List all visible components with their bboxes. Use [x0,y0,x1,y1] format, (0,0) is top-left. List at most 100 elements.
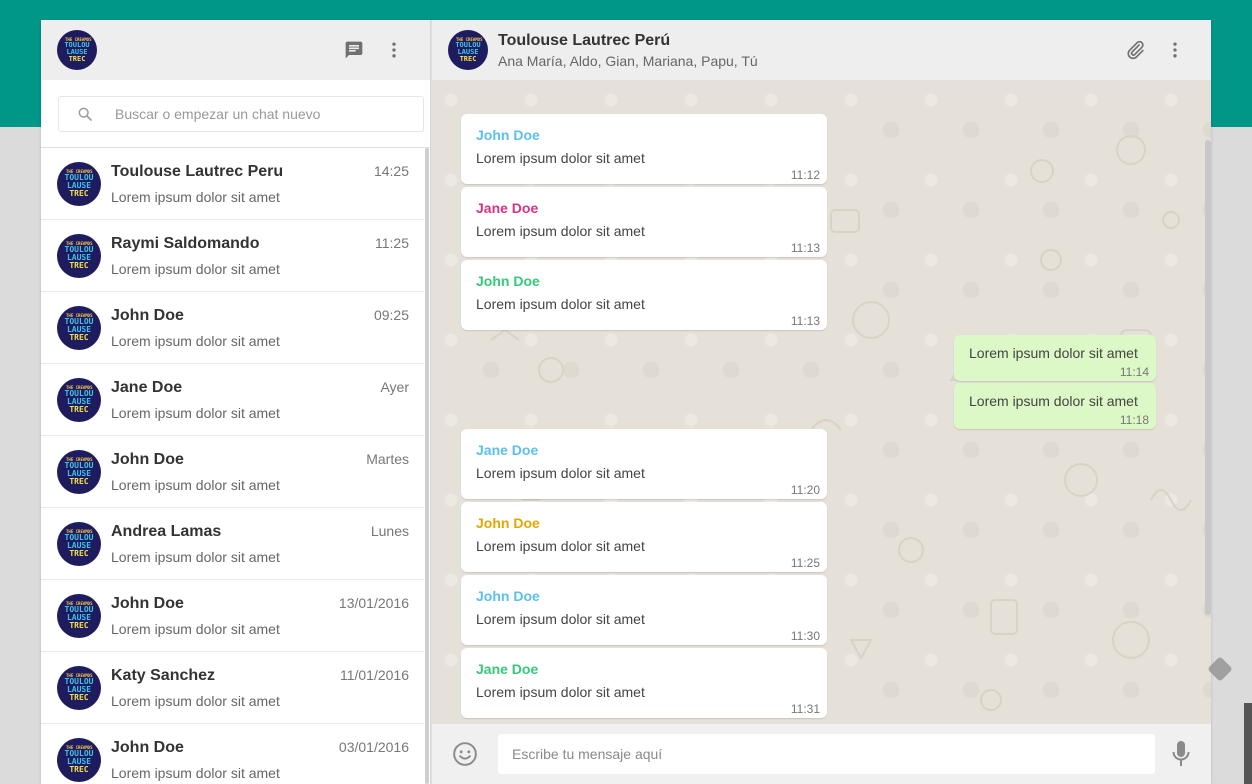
sidebar-header: THE CREAMOS TOULOU LAUSE TREC [41,20,430,80]
chat-name: Jane Doe [111,378,183,396]
emoji-button[interactable] [452,741,478,767]
logo-text-line-4: TREC [69,476,89,486]
message-text: Lorem ipsum dolor sit amet [476,538,645,554]
sidebar-scrollbar[interactable] [425,148,429,784]
message-text: Lorem ipsum dolor sit amet [969,393,1138,409]
chat-avatar: THE CREAMOS TOULOU LAUSE TREC [57,161,101,206]
chat-list-item[interactable]: THE CREAMOS TOULOU LAUSE TREC Jane Doe Ayer Lo… [41,364,424,436]
logo-text-line-4: TREC [68,54,86,63]
conversation-menu-button[interactable] [1155,30,1195,70]
message-input[interactable] [498,734,1155,774]
chat-list-item[interactable]: THE CREAMOS TOULOU LAUSE TREC John Doe 13/01/… [41,580,424,652]
chat-preview: Lorem ipsum dolor sit amet [111,548,280,565]
message-scrollbar[interactable] [1205,140,1211,615]
message-text: Lorem ipsum dolor sit amet [969,345,1138,361]
logo-text-line-4: TREC [69,188,89,198]
logo-text-line-4: TREC [69,764,89,774]
message-time: 11:30 [790,629,820,643]
message-time: 11:18 [1119,413,1149,427]
chat-avatar: THE CREAMOS TOULOU LAUSE TREC [57,233,101,278]
chat-avatar: THE CREAMOS TOULOU LAUSE TREC [57,593,101,638]
message-text: Lorem ipsum dolor sit amet [476,296,645,312]
voice-record-button[interactable] [1169,739,1193,769]
chat-avatar: THE CREAMOS TOULOU LAUSE TREC [57,665,101,710]
incoming-message[interactable]: John Doe Lorem ipsum dolor sit amet 11:30 [461,575,827,645]
more-vert-icon [392,42,396,58]
group-avatar[interactable]: THE CREAMOS TOULOU LAUSE TREC [448,30,488,70]
search-icon [78,107,92,121]
incoming-message[interactable]: John Doe Lorem ipsum dolor sit amet 11:25 [461,502,827,572]
chat-list-item[interactable]: THE CREAMOS TOULOU LAUSE TREC John Doe Martes… [41,436,424,508]
incoming-message[interactable]: John Doe Lorem ipsum dolor sit amet 11:12 [461,114,827,184]
chat-preview: Lorem ipsum dolor sit amet [111,620,280,637]
attach-icon [1127,40,1144,60]
conversation-members: Ana María, Aldo, Gian, Mariana, Papu, Tú [498,52,758,69]
chat-list-item[interactable]: THE CREAMOS TOULOU LAUSE TREC Andrea Lamas Lu… [41,508,424,580]
chat-list-item[interactable]: THE CREAMOS TOULOU LAUSE TREC John Doe 09:25 L… [41,292,424,364]
message-text: Lorem ipsum dolor sit amet [476,150,645,166]
conversation-panel: THE CREAMOS TOULOU LAUSE TREC Toulouse L… [431,20,1211,784]
logo-text-line-4: TREC [69,332,89,342]
message-time: 11:25 [790,556,820,570]
conversation-title-block[interactable]: Toulouse Lautrec Perú Ana María, Aldo, G… [498,32,1115,69]
chat-list-item[interactable]: THE CREAMOS TOULOU LAUSE TREC John Doe 03/01/… [41,724,424,784]
message-time: 11:12 [790,168,820,182]
message-sender: Jane Doe [476,442,539,458]
chat-time: 13/01/2016 [338,594,409,611]
message-sender: John Doe [476,127,540,143]
chat-time: 03/01/2016 [338,738,409,755]
chat-avatar: THE CREAMOS TOULOU LAUSE TREC [57,377,101,422]
my-avatar[interactable]: THE CREAMOS TOULOU LAUSE TREC [57,30,97,70]
logo-text-line-4: TREC [69,404,89,414]
chat-list-item[interactable]: THE CREAMOS TOULOU LAUSE TREC Katy Sanchez 11… [41,652,424,724]
message-area[interactable]: John Doe Lorem ipsum dolor sit amet 11:12 J… [431,80,1211,724]
sidebar-menu-button[interactable] [374,30,414,70]
message-time: 11:31 [790,702,820,716]
sidebar: THE CREAMOS TOULOU LAUSE TREC THE CREAMO… [41,20,431,784]
composer-bar [431,724,1211,784]
chat-name: John Doe [111,306,184,324]
chat-list-item[interactable]: THE CREAMOS TOULOU LAUSE TREC Toulouse Lautr… [41,148,424,220]
incoming-message[interactable]: John Doe Lorem ipsum dolor sit amet 11:13 [461,260,827,330]
logo-text-line-4: TREC [69,260,89,270]
message-sender: Jane Doe [476,200,539,216]
chat-time: Martes [366,450,409,467]
attach-button[interactable] [1115,30,1155,70]
message-time: 11:20 [790,483,820,497]
conversation-header: THE CREAMOS TOULOU LAUSE TREC Toulouse L… [431,20,1211,80]
search-bar [41,80,430,148]
outgoing-message[interactable]: Lorem ipsum dolor sit amet 11:14 [954,335,1156,381]
conversation-title: Toulouse Lautrec Perú [498,31,671,49]
chat-preview: Lorem ipsum dolor sit amet [111,404,280,421]
chat-name: Raymi Saldomando [111,234,260,252]
emoji-icon [453,742,477,766]
logo-text-line-4: TREC [69,692,89,702]
chat-time: 14:25 [373,162,409,179]
page-scrollbar[interactable] [1244,703,1252,784]
incoming-message[interactable]: Jane Doe Lorem ipsum dolor sit amet 11:20 [461,429,827,499]
chat-name: John Doe [111,594,184,612]
message-sender: John Doe [476,588,540,604]
new-chat-button[interactable] [334,30,374,70]
incoming-message[interactable]: Jane Doe Lorem ipsum dolor sit amet 11:31 [461,648,827,718]
incoming-message[interactable]: Jane Doe Lorem ipsum dolor sit amet 11:13 [461,187,827,257]
search-box [58,96,424,132]
outgoing-message[interactable]: Lorem ipsum dolor sit amet 11:18 [954,383,1156,429]
extension-diamond-icon[interactable] [1207,656,1233,682]
message-text: Lorem ipsum dolor sit amet [476,465,645,481]
message-text: Lorem ipsum dolor sit amet [476,611,645,627]
search-input[interactable] [115,106,395,122]
chat-time: 11:25 [375,234,409,251]
chat-name: Katy Sanchez [111,666,216,684]
chat-time: 11/01/2016 [339,666,409,683]
chat-preview: Lorem ipsum dolor sit amet [111,188,280,205]
chat-list-item[interactable]: THE CREAMOS TOULOU LAUSE TREC Raymi Saldoman… [41,220,424,292]
message-time: 11:13 [790,241,820,255]
chat-time: Ayer [380,378,409,395]
message-time: 11:13 [790,314,820,328]
chat-preview: Lorem ipsum dolor sit amet [111,476,280,493]
message-text: Lorem ipsum dolor sit amet [476,223,645,239]
chat-avatar: THE CREAMOS TOULOU LAUSE TREC [57,305,101,350]
chat-time: 09:25 [373,306,409,323]
chat-preview: Lorem ipsum dolor sit amet [111,692,280,709]
